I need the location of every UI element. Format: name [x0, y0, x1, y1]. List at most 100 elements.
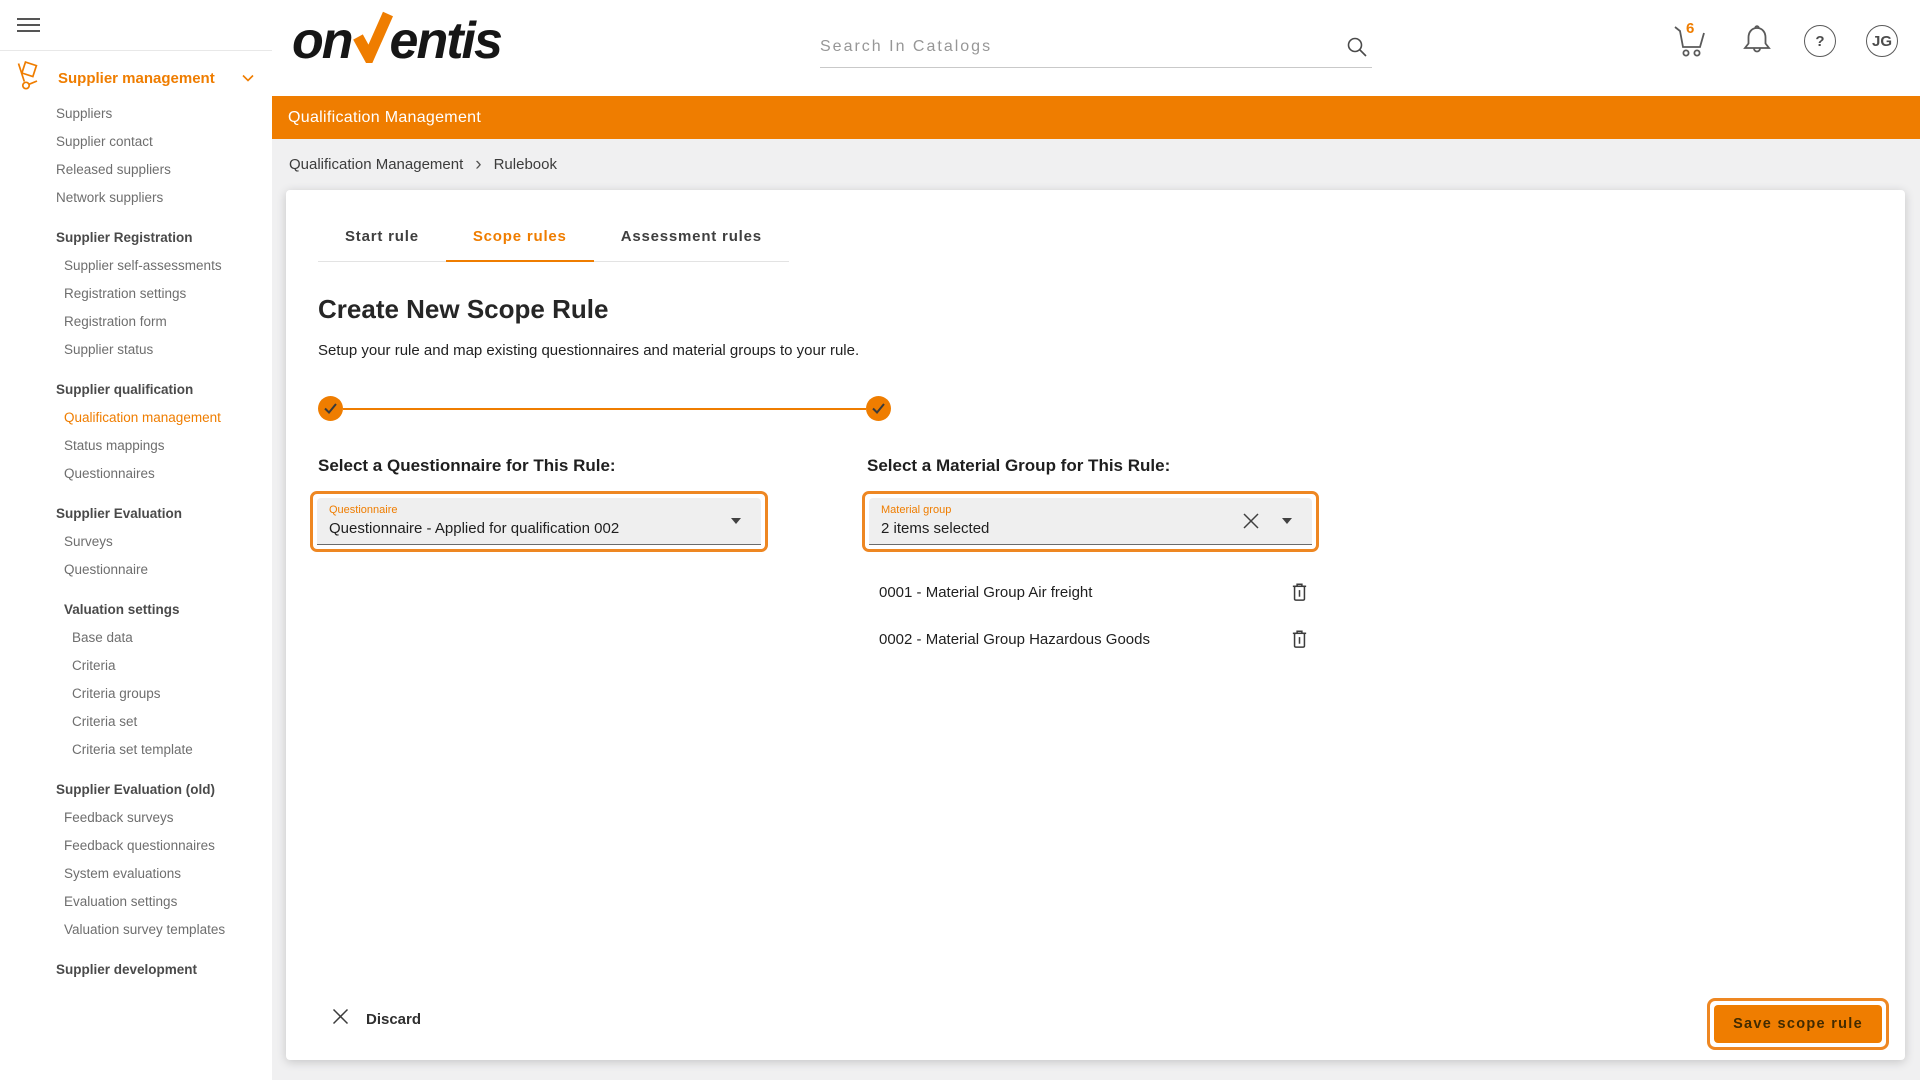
- step-check-icon: [872, 403, 885, 414]
- material-group-select[interactable]: Material group 2 items selected: [869, 498, 1312, 545]
- breadcrumb-separator-icon: ›: [475, 157, 481, 172]
- material-field-text: Material group 2 items selected: [881, 504, 1242, 537]
- sidebar-item-supplier-management[interactable]: Supplier management: [0, 57, 272, 99]
- sidebar-section-supplier-registration: Supplier Registration: [0, 223, 272, 251]
- material-section-heading: Select a Material Group for This Rule:: [867, 456, 1321, 476]
- sidebar-root-label: Supplier management: [58, 70, 242, 87]
- handtruck-icon: [14, 61, 41, 96]
- search-icon[interactable]: [1346, 36, 1368, 63]
- sidebar-nav: Supplier management Suppliers Supplier c…: [0, 51, 272, 983]
- sidebar-item-registration-form[interactable]: Registration form: [0, 307, 272, 335]
- sidebar-item-feedback-questionnaires[interactable]: Feedback questionnaires: [0, 831, 272, 859]
- tab-assessment-rules[interactable]: Assessment rules: [594, 215, 789, 262]
- sidebar-item-questionnaire[interactable]: Questionnaire: [0, 555, 272, 583]
- material-group-label: 0001 - Material Group Air freight: [879, 584, 1092, 601]
- main-content: Qualification Management › Rulebook Star…: [272, 139, 1920, 1080]
- questionnaire-section-heading: Select a Questionnaire for This Rule:: [318, 456, 768, 476]
- discard-button[interactable]: Discard: [332, 1008, 421, 1030]
- help-icon[interactable]: ?: [1804, 25, 1836, 57]
- questionnaire-select[interactable]: Questionnaire Questionnaire - Applied fo…: [317, 498, 761, 545]
- sidebar-item-base-data[interactable]: Base data: [0, 623, 272, 651]
- discard-label: Discard: [366, 1011, 421, 1028]
- questionnaire-field-text: Questionnaire Questionnaire - Applied fo…: [329, 504, 723, 537]
- delete-trash-icon[interactable]: [1288, 579, 1311, 605]
- step-1-complete: [318, 396, 343, 421]
- sidebar: Supplier management Suppliers Supplier c…: [0, 0, 272, 1080]
- sidebar-item-feedback-surveys[interactable]: Feedback surveys: [0, 803, 272, 831]
- help-glyph: ?: [1815, 33, 1824, 50]
- sidebar-item-supplier-contact[interactable]: Supplier contact: [0, 127, 272, 155]
- header-icon-group: 6 ? JG: [1670, 22, 1898, 60]
- sidebar-item-surveys[interactable]: Surveys: [0, 527, 272, 555]
- sidebar-section-supplier-evaluation: Supplier Evaluation: [0, 499, 272, 527]
- sidebar-item-supplier-self-assessments[interactable]: Supplier self-assessments: [0, 251, 272, 279]
- breadcrumb-current: Rulebook: [494, 156, 557, 173]
- sidebar-item-registration-settings[interactable]: Registration settings: [0, 279, 272, 307]
- cart-icon[interactable]: 6: [1670, 22, 1710, 60]
- selected-material-groups-list: 0001 - Material Group Air freight 0002 -…: [867, 572, 1317, 659]
- tab-bar: Start rule Scope rules Assessment rules: [318, 215, 789, 262]
- user-avatar[interactable]: JG: [1866, 25, 1898, 57]
- stepper-connector-line: [343, 408, 866, 410]
- tab-scope-rules[interactable]: Scope rules: [446, 215, 594, 262]
- breadcrumb-parent[interactable]: Qualification Management: [289, 156, 463, 173]
- delete-trash-icon[interactable]: [1288, 626, 1311, 652]
- material-highlight-box: Material group 2 items selected: [862, 491, 1319, 552]
- step-2-complete: [866, 396, 891, 421]
- banner-title: Qualification Management: [288, 109, 481, 127]
- material-group-label: 0002 - Material Group Hazardous Goods: [879, 631, 1150, 648]
- questionnaire-field-label: Questionnaire: [329, 504, 723, 516]
- sidebar-section-supplier-evaluation-old: Supplier Evaluation (old): [0, 775, 272, 803]
- sidebar-item-criteria[interactable]: Criteria: [0, 651, 272, 679]
- breadcrumb: Qualification Management › Rulebook: [272, 139, 1920, 189]
- save-scope-rule-button[interactable]: Save scope rule: [1714, 1005, 1882, 1043]
- sidebar-item-criteria-groups[interactable]: Criteria groups: [0, 679, 272, 707]
- module-title-banner: Qualification Management: [272, 96, 1920, 139]
- sidebar-section-supplier-development: Supplier development: [0, 955, 272, 983]
- questionnaire-column: Select a Questionnaire for This Rule: Qu…: [318, 456, 768, 659]
- material-group-column: Select a Material Group for This Rule: M…: [867, 456, 1321, 659]
- catalog-search: [820, 26, 1372, 68]
- material-field-label: Material group: [881, 504, 1242, 516]
- tab-start-rule[interactable]: Start rule: [318, 215, 446, 262]
- sidebar-item-criteria-set[interactable]: Criteria set: [0, 707, 272, 735]
- rulebook-card: Start rule Scope rules Assessment rules …: [286, 190, 1905, 1060]
- list-item: 0001 - Material Group Air freight: [867, 572, 1317, 612]
- notifications-bell-icon[interactable]: [1740, 23, 1774, 59]
- sidebar-section-valuation-settings: Valuation settings: [0, 595, 272, 623]
- clear-selection-icon[interactable]: [1242, 512, 1260, 530]
- avatar-initials: JG: [1872, 33, 1892, 50]
- selection-columns: Select a Questionnaire for This Rule: Qu…: [318, 456, 1873, 659]
- questionnaire-highlight-box: Questionnaire Questionnaire - Applied fo…: [310, 491, 768, 552]
- sidebar-item-supplier-status[interactable]: Supplier status: [0, 335, 272, 363]
- page-subtitle: Setup your rule and map existing questio…: [318, 342, 1873, 359]
- top-header: onentis 6 ? JG: [0, 0, 1920, 96]
- onventis-logo[interactable]: onentis: [292, 6, 501, 72]
- sidebar-item-qualification-management[interactable]: Qualification management: [0, 403, 272, 431]
- sidebar-item-questionnaires[interactable]: Questionnaires: [0, 459, 272, 487]
- search-input[interactable]: [820, 26, 1372, 67]
- save-highlight-box: Save scope rule: [1707, 998, 1889, 1050]
- questionnaire-field-value: Questionnaire - Applied for qualificatio…: [329, 520, 723, 537]
- dropdown-caret-icon[interactable]: [1282, 518, 1292, 524]
- dropdown-caret-icon[interactable]: [731, 518, 741, 524]
- sidebar-item-released-suppliers[interactable]: Released suppliers: [0, 155, 272, 183]
- list-item: 0002 - Material Group Hazardous Goods: [867, 619, 1317, 659]
- sidebar-section-supplier-qualification: Supplier qualification: [0, 375, 272, 403]
- menu-hamburger-icon[interactable]: [17, 14, 40, 36]
- logo-text-entis: entis: [390, 10, 501, 72]
- chevron-down-icon: [242, 69, 254, 87]
- sidebar-item-suppliers[interactable]: Suppliers: [0, 99, 272, 127]
- logo-text-on: on: [292, 10, 352, 72]
- sidebar-item-valuation-survey-templates[interactable]: Valuation survey templates: [0, 915, 272, 943]
- logo-check-icon: [351, 11, 393, 77]
- sidebar-item-system-evaluations[interactable]: System evaluations: [0, 859, 272, 887]
- progress-stepper: [318, 396, 891, 421]
- sidebar-item-criteria-set-template[interactable]: Criteria set template: [0, 735, 272, 763]
- sidebar-item-evaluation-settings[interactable]: Evaluation settings: [0, 887, 272, 915]
- page-title: Create New Scope Rule: [318, 294, 1873, 325]
- sidebar-item-status-mappings[interactable]: Status mappings: [0, 431, 272, 459]
- step-check-icon: [324, 403, 337, 414]
- sidebar-top: [0, 0, 272, 51]
- sidebar-item-network-suppliers[interactable]: Network suppliers: [0, 183, 272, 211]
